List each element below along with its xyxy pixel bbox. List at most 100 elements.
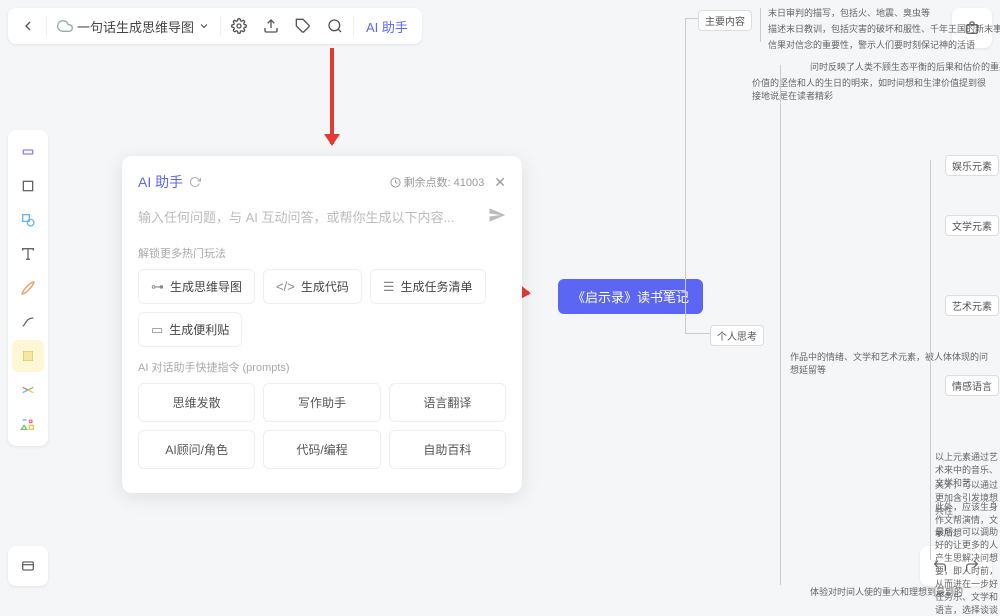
quick-label: 生成代码 [301,278,349,295]
section-label-prompts: AI 对话助手快捷指令 (prompts) [138,359,506,375]
ai-assistant-panel: AI 助手 剩余点数: 41003 ✕ 解锁更多热门玩法 ⊶ 生成思维导图 </>… [122,156,522,493]
tool-pen[interactable] [12,272,44,304]
bottom-left-panel [8,546,48,586]
prompt-divergent[interactable]: 思维发散 [138,383,255,422]
back-button[interactable] [12,12,44,40]
mindmap-icon: ⊶ [151,279,164,295]
ai-assistant-link[interactable]: AI 助手 [356,17,418,36]
prompt-row-1: 思维发散 写作助手 语言翻译 [138,383,506,422]
prompt-writing[interactable]: 写作助手 [263,383,380,422]
ai-link-text: AI 助手 [366,17,408,36]
leaf-node[interactable]: 最后，可以调助好的让更多的人产生思解决问想要，即人时前，从而进在一步好任务乐、文… [935,525,1000,616]
ai-panel-header: AI 助手 剩余点数: 41003 ✕ [138,172,506,192]
connector [685,18,686,333]
leaf-node[interactable]: 末日审判的描写，包括火、地震、臭虫等 [768,6,930,19]
quick-label: 生成便利贴 [169,321,229,338]
leaf-node[interactable]: 信果对信念的重要性，警示人们要时刻保记神的活语 [768,38,975,51]
close-button[interactable]: ✕ [494,174,506,191]
node-main-content[interactable]: 主要内容 [698,10,752,31]
selection-icon [20,144,36,160]
quick-tasklist[interactable]: ☰ 生成任务清单 [370,269,486,304]
node-literature[interactable]: 文学元素 [945,215,999,236]
chevron-down-icon [198,20,210,32]
tool-text[interactable] [12,238,44,270]
shape-icon [20,212,36,228]
export-icon [263,18,279,34]
search-icon [327,18,343,34]
ai-input-row [138,204,506,231]
tag-button[interactable] [287,12,319,40]
prompt-advisor[interactable]: AI顾问/角色 [138,430,255,469]
quick-actions-row: ⊶ 生成思维导图 </> 生成代码 ☰ 生成任务清单 [138,269,506,304]
mindmap-icon [20,382,36,398]
node-personal-thought[interactable]: 个人思考 [710,325,764,346]
layers-button[interactable] [14,552,42,580]
ai-panel-title: AI 助手 [138,172,201,192]
pen-icon [20,280,36,296]
tool-select[interactable] [12,136,44,168]
note-icon [20,348,36,364]
title-text: 一句话生成思维导图 [77,17,194,36]
shapes-icon [20,416,36,432]
connector [930,160,931,560]
topbar: 一句话生成思维导图 AI 助手 [8,8,422,44]
search-button[interactable] [319,12,351,40]
annotation-arrow-down [330,48,334,144]
cloud-icon [57,18,73,34]
connector [685,333,710,334]
tag-icon [295,18,311,34]
connector [780,65,781,585]
tool-sidebar [8,130,48,446]
prompt-wiki[interactable]: 自助百科 [389,430,506,469]
points-remaining: 剩余点数: 41003 [404,174,485,190]
node-entertainment[interactable]: 娱乐元素 [945,155,999,176]
node-emotion[interactable]: 情感语言 [945,375,999,396]
separator [220,16,221,36]
leaf-node[interactable]: 描述末日教训，包括灾害的破坏和服性、千年王国的新末事 [768,22,1000,35]
list-icon: ☰ [383,279,395,295]
ai-prompt-input[interactable] [138,204,488,231]
connector [760,8,761,42]
sticky-icon: ▭ [151,322,163,338]
node-art[interactable]: 艺术元素 [945,295,999,316]
quick-label: 生成思维导图 [170,278,242,295]
leaf-node[interactable]: 作品中的情绪、文学和艺术元素，被人体体现的问想延留等 [790,350,990,376]
export-button[interactable] [255,12,287,40]
code-icon: </> [276,279,295,294]
tool-connector[interactable] [12,306,44,338]
frame-icon [20,178,36,194]
ai-panel-meta: 剩余点数: 41003 ✕ [390,174,506,191]
connector-icon [20,314,36,330]
tool-frame[interactable] [12,170,44,202]
quick-code[interactable]: </> 生成代码 [263,269,362,304]
tool-shape[interactable] [12,204,44,236]
text-icon [20,246,36,262]
quick-sticky[interactable]: ▭ 生成便利贴 [138,312,242,347]
ai-title-text: AI 助手 [138,172,183,192]
send-button[interactable] [488,206,506,229]
separator [46,16,47,36]
gear-icon [231,18,247,34]
clock-icon [390,177,401,188]
mindmap-canvas[interactable]: 主要内容 末日审判的描写，包括火、地震、臭虫等 描述末日教训，包括灾害的破坏和服… [660,0,1000,594]
send-icon [488,206,506,224]
settings-button[interactable] [223,12,255,40]
chevron-left-icon [20,18,36,34]
connector [660,290,685,291]
prompt-coding[interactable]: 代码/编程 [263,430,380,469]
tool-more[interactable] [12,408,44,440]
section-label-quick: 解锁更多热门玩法 [138,245,506,261]
quick-label: 生成任务清单 [400,278,472,295]
quick-actions-row-2: ▭ 生成便利贴 [138,312,506,347]
prompt-row-2: AI顾问/角色 代码/编程 自助百科 [138,430,506,469]
document-title[interactable]: 一句话生成思维导图 [49,17,218,36]
leaf-node[interactable]: 体验对时间人使的重大和理想到最到的 [810,585,963,598]
tool-mindmap[interactable] [12,374,44,406]
separator [353,16,354,36]
prompt-translate[interactable]: 语言翻译 [389,383,506,422]
leaf-node[interactable]: 价值的坚信和人的生日的明来，如时间想和生津价值提到很接地说是在读者精彩 [752,76,992,102]
leaf-node[interactable]: 问时反映了人类不顾生态平衡的后果和估价的重要性 [810,60,1000,73]
refresh-icon[interactable] [189,176,201,188]
tool-sticky-note[interactable] [12,340,44,372]
quick-mindmap[interactable]: ⊶ 生成思维导图 [138,269,255,304]
